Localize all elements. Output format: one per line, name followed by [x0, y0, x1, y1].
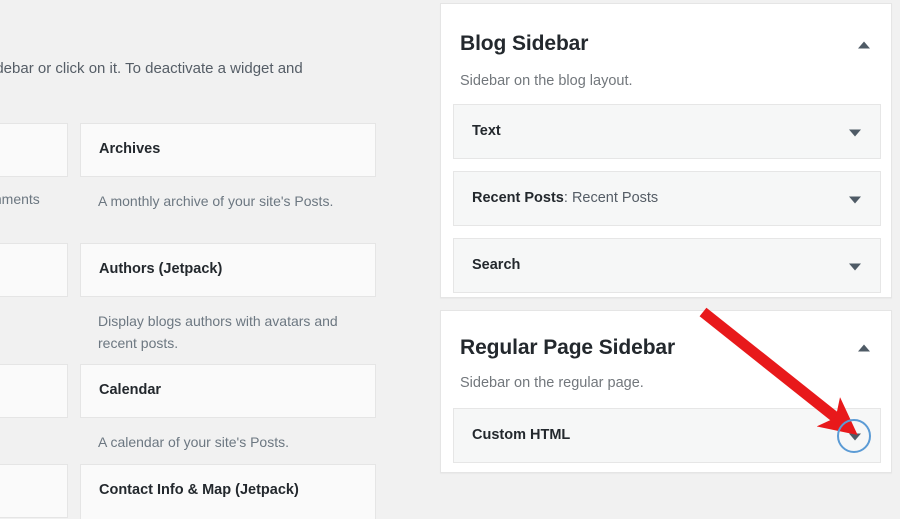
widget-row-name: Custom HTML [472, 427, 571, 443]
widget-row-title: Search [472, 257, 520, 273]
widget-row-search[interactable]: Search [453, 238, 881, 293]
widget-row-toggle-search[interactable] [844, 256, 866, 278]
caret-down-icon [849, 196, 861, 204]
widget-card-title: Authors (Jetpack) [99, 261, 223, 277]
widget-row-recent-posts[interactable]: Recent Posts: Recent Posts [453, 171, 881, 226]
panel-description: Sidebar on the blog layout. [460, 73, 633, 89]
widget-row-title: Text [472, 123, 501, 139]
widget-card-calendar[interactable]: Calendar [80, 364, 376, 418]
caret-down-icon [849, 129, 861, 137]
caret-up-icon [858, 41, 870, 49]
panel-description: Sidebar on the regular page. [460, 375, 644, 391]
widget-row-instance: Recent Posts [571, 190, 659, 206]
widget-row-name: Text [472, 123, 501, 139]
widget-row-name: Recent Posts [472, 190, 564, 206]
panel-title: Blog Sidebar [460, 32, 589, 55]
available-widgets-intro-text: idebar or click on it. To deactivate a w… [0, 60, 303, 77]
panel-collapse-toggle-blog-sidebar[interactable] [853, 34, 875, 56]
widget-row-name: Search [472, 257, 521, 273]
widget-card-contact-info-map-jetpack[interactable]: Contact Info & Map (Jetpack) [80, 464, 376, 519]
custom-html-widget-toggle[interactable] [844, 426, 866, 448]
widget-row-custom-html[interactable]: Custom HTML [453, 408, 881, 463]
widget-description-calendar: A calendar of your site's Posts. [98, 434, 289, 450]
panel-title: Regular Page Sidebar [460, 336, 676, 359]
panel-regular-page-sidebar: Regular Page Sidebar Sidebar on the regu… [440, 310, 892, 473]
widget-card-clipped-1[interactable] [0, 123, 68, 177]
panel-collapse-toggle-regular-page-sidebar[interactable] [853, 337, 875, 359]
widget-row-text[interactable]: Text [453, 104, 881, 159]
widget-card-archives[interactable]: Archives [80, 123, 376, 177]
widget-row-separator: : [563, 190, 572, 206]
widget-description-clipped-1: mments [0, 191, 40, 207]
widget-description-archives: A monthly archive of your site's Posts. [98, 193, 334, 209]
widget-card-clipped-2[interactable] [0, 243, 68, 297]
widget-card-title: Archives [99, 141, 161, 157]
widget-card-clipped-3[interactable] [0, 364, 68, 418]
widget-row-toggle-text[interactable] [844, 122, 866, 144]
widget-description-authors-jetpack: Display blogs authors with avatars and r… [98, 313, 338, 351]
sidebars-column: Blog Sidebar Sidebar on the blog layout.… [420, 0, 900, 519]
caret-up-icon [858, 344, 870, 352]
caret-down-icon [849, 433, 861, 441]
widget-card-title: Contact Info & Map (Jetpack) [99, 482, 299, 498]
widget-card-authors-jetpack[interactable]: Authors (Jetpack) [80, 243, 376, 297]
caret-down-icon [849, 263, 861, 271]
widget-card-clipped-4[interactable] [0, 464, 68, 518]
widget-row-toggle-recent-posts[interactable] [844, 189, 866, 211]
widget-card-title: Calendar [99, 382, 162, 398]
widget-row-title: Recent Posts: Recent Posts [472, 190, 658, 206]
available-widgets-column: idebar or click on it. To deactivate a w… [0, 0, 420, 519]
panel-blog-sidebar: Blog Sidebar Sidebar on the blog layout.… [440, 3, 892, 298]
widget-row-title: Custom HTML [472, 427, 570, 443]
